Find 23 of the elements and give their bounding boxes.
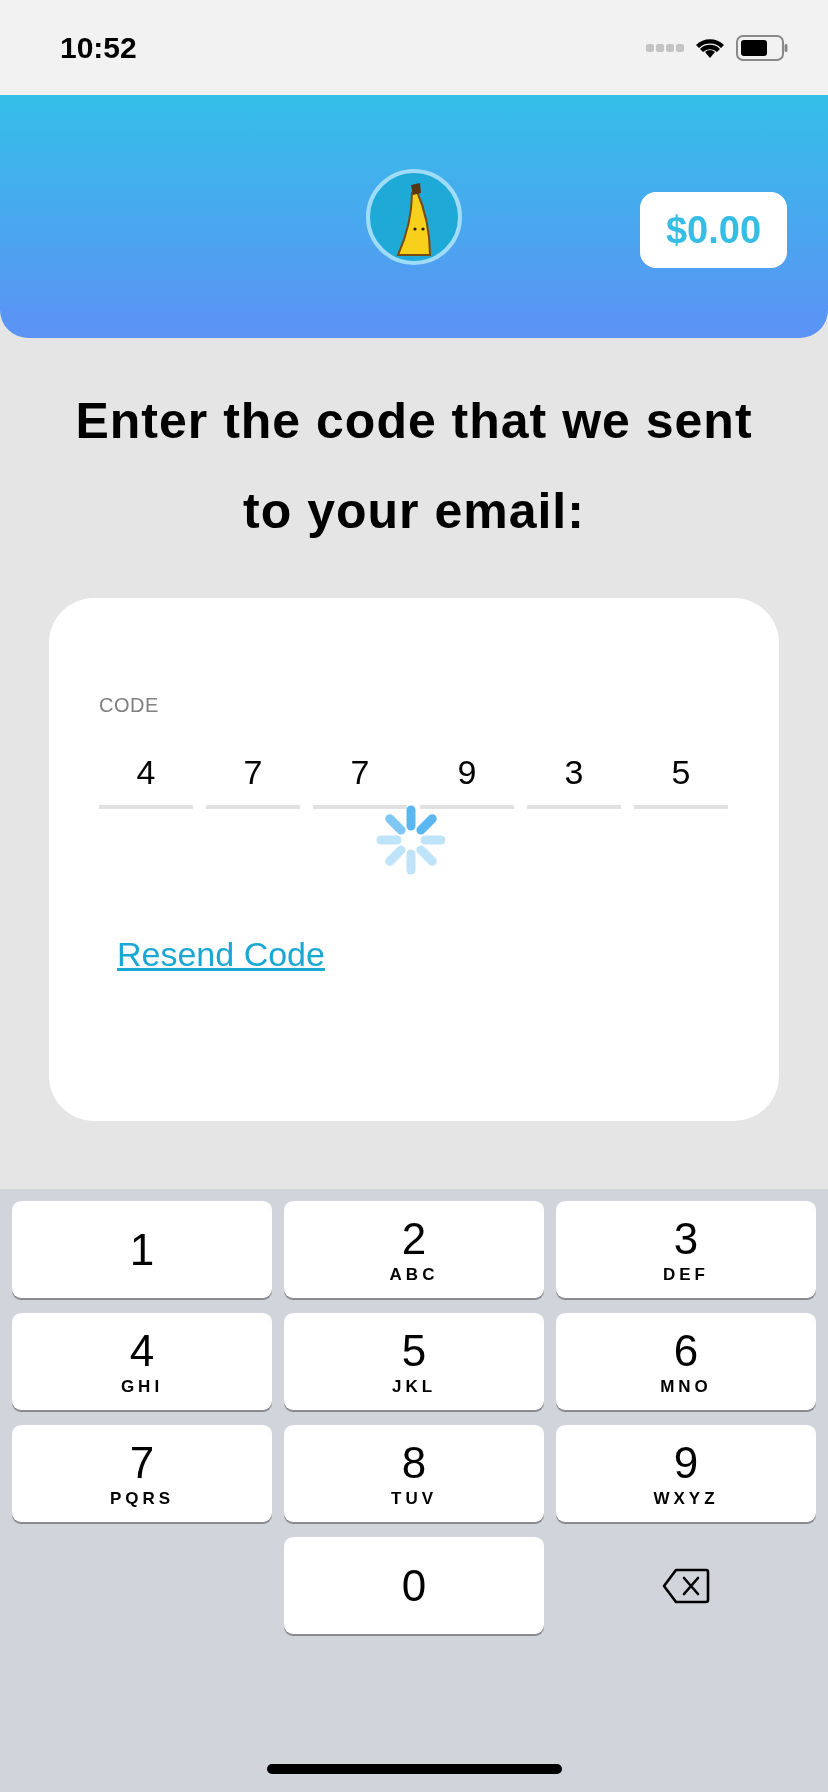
backspace-icon — [662, 1567, 710, 1604]
keypad-key[interactable]: 8 TUV — [284, 1425, 544, 1522]
code-digit-field[interactable]: 7 — [313, 739, 407, 809]
code-digit-field[interactable]: 5 — [634, 739, 728, 809]
status-time: 10:52 — [60, 30, 137, 65]
code-digit-field[interactable]: 3 — [527, 739, 621, 809]
code-label: CODE — [99, 694, 160, 717]
banana-avatar-icon[interactable] — [364, 166, 464, 267]
code-digit-field[interactable]: 9 — [420, 739, 514, 809]
signal-icon — [646, 42, 684, 53]
keypad-key[interactable]: 2 ABC — [284, 1201, 544, 1298]
keypad-key[interactable]: 7 PQRS — [12, 1425, 272, 1522]
page-title: Enter the code that we sent to your email: — [74, 392, 754, 541]
keypad-key[interactable]: 1 — [12, 1201, 272, 1298]
code-digit-field[interactable]: 7 — [206, 739, 300, 809]
keypad-key[interactable]: 3 DEF — [556, 1201, 816, 1298]
keypad-key[interactable]: 9 WXYZ — [556, 1425, 816, 1522]
battery-icon — [736, 34, 788, 61]
keypad-key[interactable]: 6 MNO — [556, 1313, 816, 1410]
code-digit-field[interactable]: 4 — [99, 739, 193, 809]
keypad-key[interactable]: 5 JKL — [284, 1313, 544, 1410]
keypad-key[interactable]: 0 — [284, 1537, 544, 1634]
keypad-key[interactable]: 4 GHI — [12, 1313, 272, 1410]
